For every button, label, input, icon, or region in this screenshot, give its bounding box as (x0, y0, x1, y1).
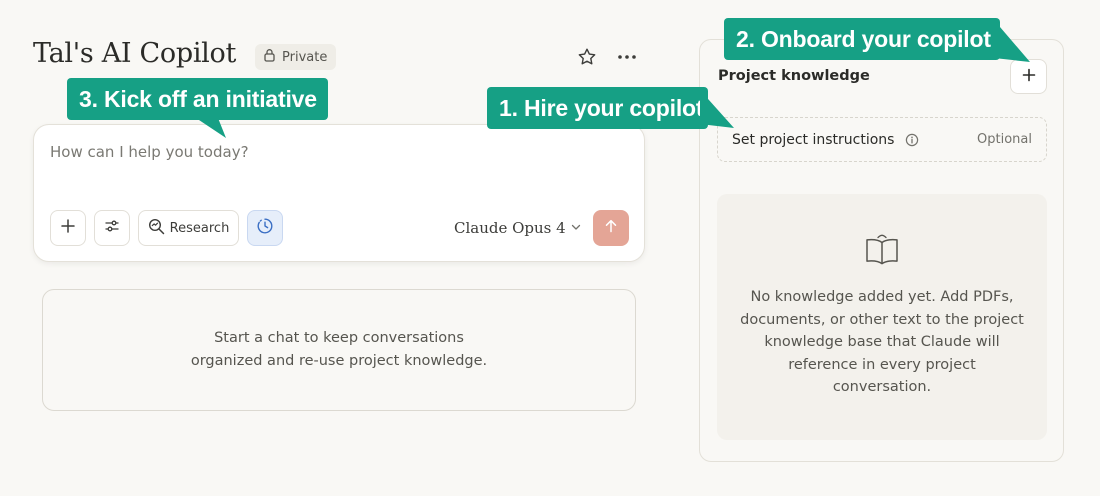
book-icon (864, 234, 900, 272)
optional-label: Optional (977, 132, 1032, 147)
arrow-up-icon (603, 218, 619, 238)
add-attachment-button[interactable] (50, 210, 86, 246)
chats-empty-line2: organized and re-use project knowledge. (190, 353, 488, 369)
prompt-input[interactable] (50, 143, 620, 161)
info-icon[interactable] (905, 133, 919, 147)
research-button[interactable]: Research (138, 210, 239, 246)
send-button[interactable] (593, 210, 629, 246)
callout-onboard-pointer (994, 20, 1030, 62)
tools-button[interactable] (94, 210, 130, 246)
callout-kick-off: 3. Kick off an initiative (67, 78, 328, 120)
model-label: Claude Opus 4 (454, 219, 566, 237)
callout-onboard: 2. Onboard your copilot (724, 18, 1000, 60)
page-title: Tal's AI Copilot (33, 38, 237, 69)
project-knowledge-panel: Project knowledge Set project instructio… (699, 39, 1064, 462)
callout-hire: 1. Hire your copilot (487, 87, 708, 129)
more-options-icon[interactable] (614, 44, 640, 70)
instructions-label: Set project instructions (732, 131, 895, 148)
research-icon (148, 218, 165, 239)
extended-thinking-button[interactable] (247, 210, 283, 246)
sliders-icon (104, 218, 120, 238)
star-icon[interactable] (574, 44, 600, 70)
model-selector[interactable]: Claude Opus 4 (454, 219, 582, 237)
callout-kick-off-pointer (196, 118, 226, 138)
chats-empty-line1: Start a chat to keep conversations (214, 330, 464, 346)
chat-composer: Research Claude Opus 4 (33, 124, 645, 262)
add-knowledge-button[interactable] (1010, 59, 1047, 94)
callout-hire-pointer (700, 90, 734, 128)
plus-icon (60, 218, 76, 238)
project-knowledge-title: Project knowledge (718, 68, 870, 84)
clock-icon (256, 217, 274, 239)
research-label: Research (169, 220, 230, 236)
chevron-down-icon (570, 219, 582, 237)
plus-icon (1021, 67, 1037, 87)
knowledge-empty-text: No knowledge added yet. Add PDFs, docume… (740, 289, 1024, 395)
set-instructions-button[interactable]: Set project instructions Optional (717, 117, 1047, 162)
private-label: Private (282, 49, 328, 65)
chats-empty-state: Start a chat to keep conversations organ… (42, 289, 636, 411)
private-badge[interactable]: Private (255, 44, 337, 70)
lock-icon (263, 48, 276, 66)
knowledge-empty-state: No knowledge added yet. Add PDFs, docume… (717, 194, 1047, 440)
